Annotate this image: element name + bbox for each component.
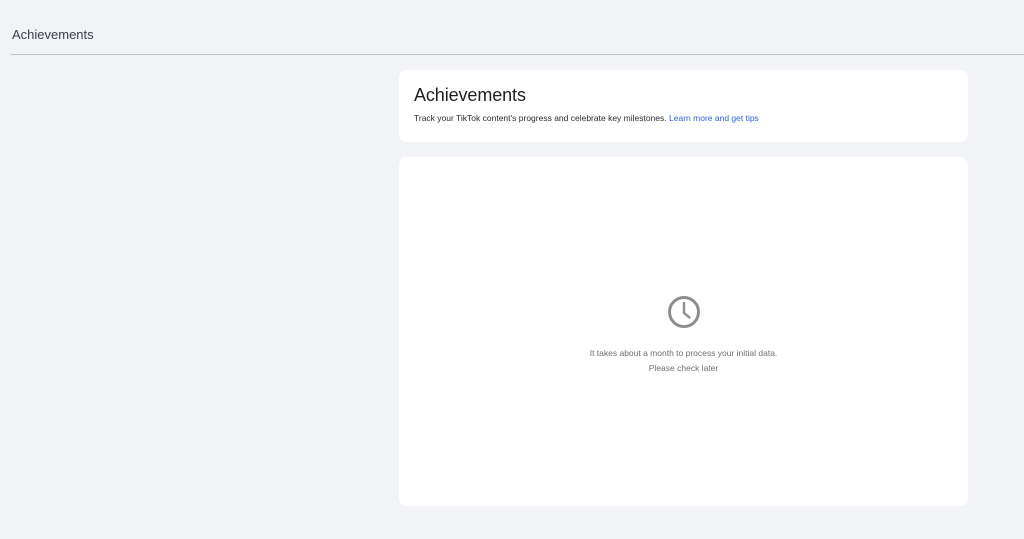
header-divider [11, 54, 1024, 55]
empty-state: It takes about a month to process your i… [399, 294, 968, 376]
learn-more-link[interactable]: Learn more and get tips [669, 113, 759, 123]
intro-description-text: Track your TikTok content's progress and… [414, 113, 667, 123]
intro-card: Achievements Track your TikTok content's… [399, 70, 968, 142]
intro-title: Achievements [414, 85, 526, 105]
clock-icon [666, 294, 702, 330]
empty-state-submessage: Please check later [648, 363, 719, 373]
achievements-page: Achievements Achievements Track your Tik… [0, 0, 1024, 539]
achievements-content-card: It takes about a month to process your i… [399, 157, 968, 506]
intro-description: Track your TikTok content's progress and… [414, 113, 759, 123]
empty-state-message: It takes about a month to process your i… [589, 348, 778, 358]
page-header-title: Achievements [12, 27, 94, 42]
